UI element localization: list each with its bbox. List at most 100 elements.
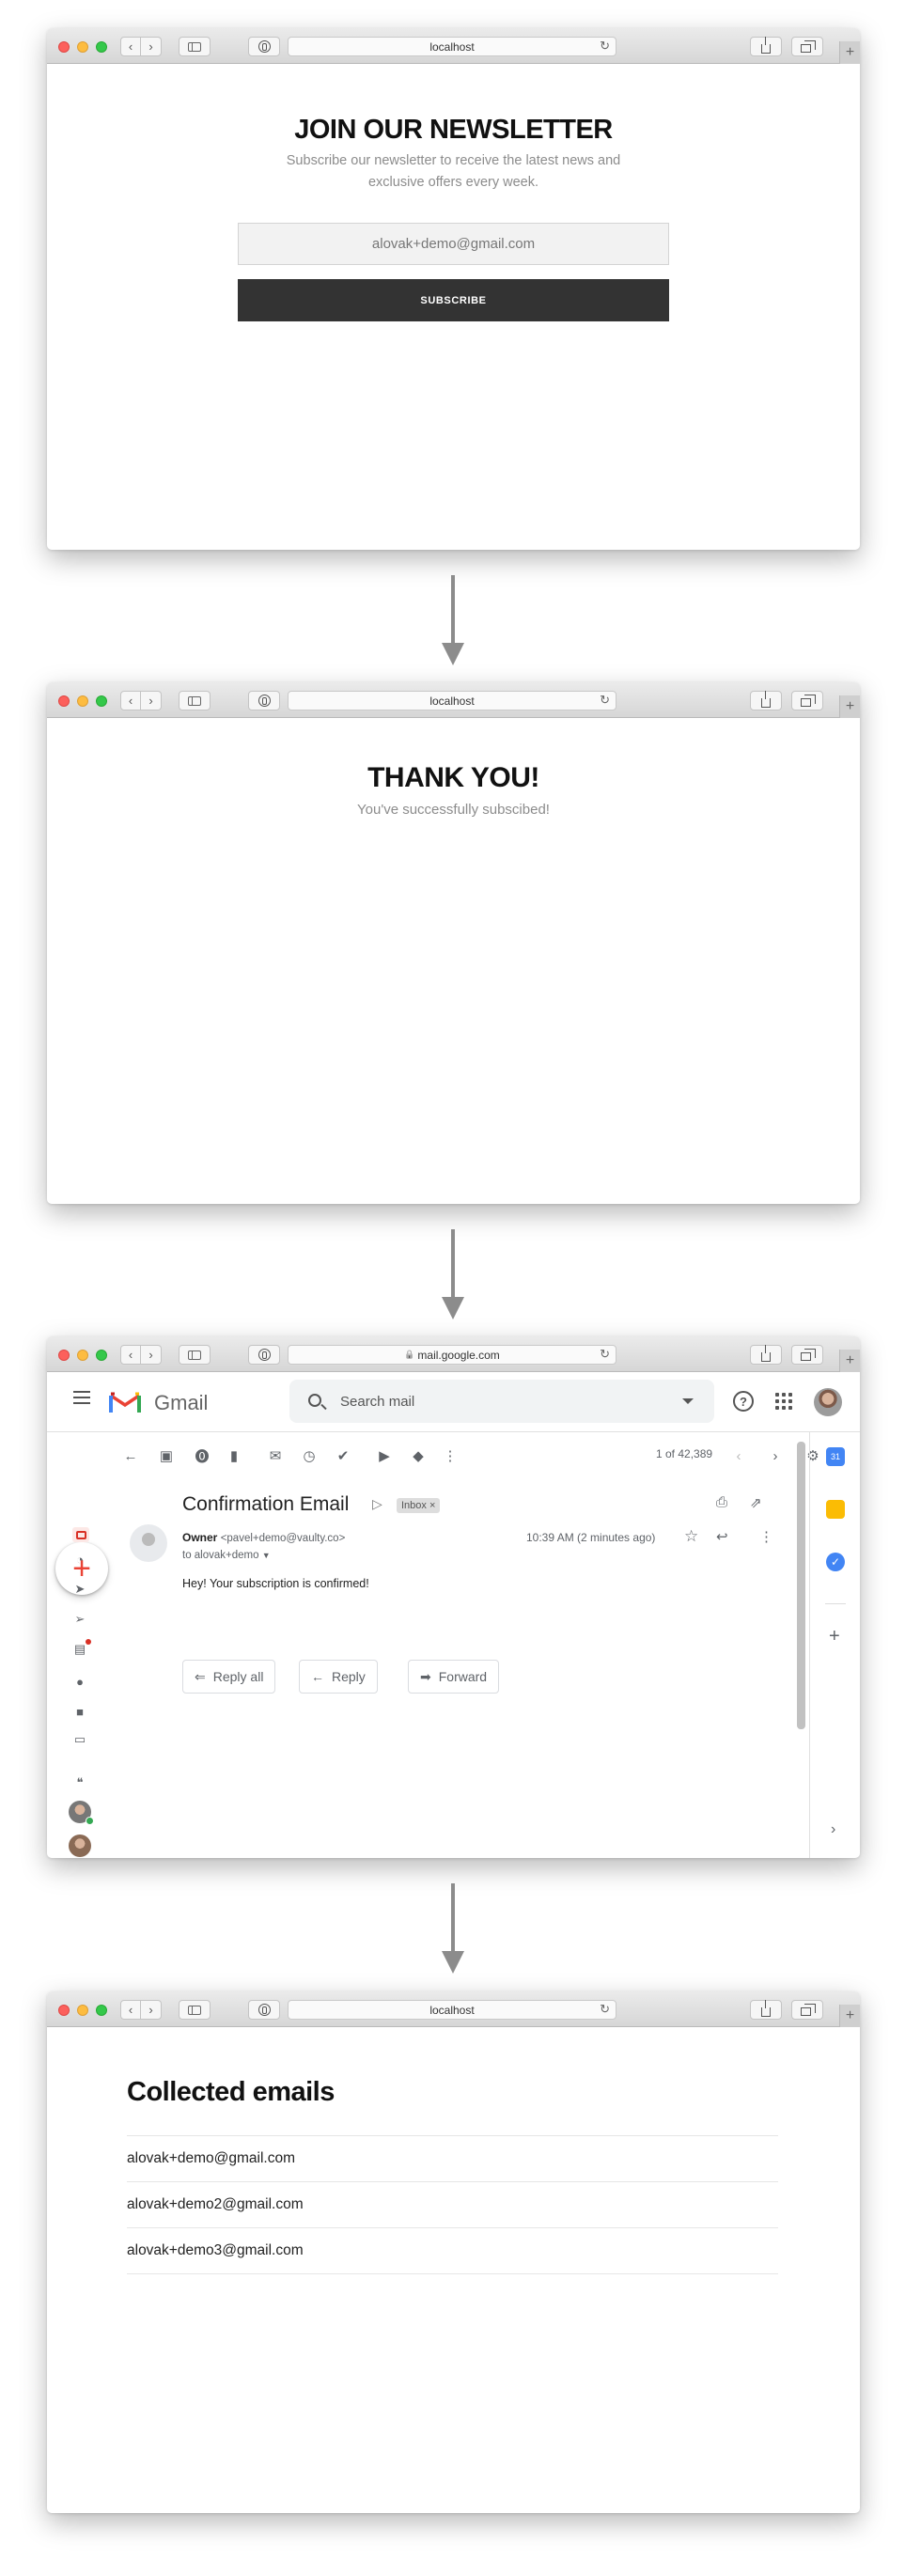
recipient-line[interactable]: to alovak+demo ▼ (182, 1550, 271, 1561)
new-tab-button[interactable]: + (839, 41, 860, 64)
snooze-icon[interactable]: ◷ (301, 1447, 318, 1464)
details-caret-icon[interactable]: ▼ (262, 1551, 271, 1560)
report-spam-icon[interactable]: ⓿ (194, 1447, 211, 1465)
share-button[interactable] (750, 1344, 782, 1365)
print-icon[interactable]: ⎙ (716, 1494, 727, 1510)
address-bar[interactable]: localhost ↻ (288, 691, 616, 710)
new-tab-button[interactable]: + (839, 2005, 860, 2027)
forward-button[interactable]: › (141, 1345, 162, 1365)
sidebar-button[interactable] (179, 691, 211, 710)
address-bar[interactable]: localhost ↻ (288, 2000, 616, 2020)
email-field[interactable]: alovak+demo@gmail.com (238, 223, 669, 265)
tab-overview-button[interactable] (791, 1345, 823, 1365)
meet-video-icon[interactable]: ■ (72, 1705, 87, 1719)
expand-panel-icon[interactable]: › (831, 1821, 835, 1838)
important-icon[interactable]: ➤ (72, 1582, 87, 1596)
zoom-window-button[interactable] (96, 695, 107, 707)
chat-icon[interactable]: ● (72, 1675, 87, 1689)
share-button[interactable] (750, 1999, 782, 2020)
privacy-report-button[interactable] (248, 691, 280, 710)
inbox-label-badge[interactable]: Inbox × (397, 1498, 441, 1513)
minimize-window-button[interactable] (77, 1350, 88, 1361)
menu-icon[interactable] (73, 1397, 90, 1398)
calendar-icon[interactable]: 31 (826, 1447, 845, 1466)
more-options-icon[interactable]: ⋮ (442, 1447, 459, 1464)
drafts-icon[interactable]: ▤ (72, 1639, 91, 1656)
older-chevron-icon[interactable]: › (767, 1447, 784, 1464)
account-avatar[interactable] (814, 1388, 842, 1416)
tab-overview-button[interactable] (791, 691, 823, 710)
mark-unread-icon[interactable]: ✉ (267, 1447, 284, 1464)
address-bar[interactable]: localhost ↻ (288, 37, 616, 56)
forward-button[interactable]: › (141, 691, 162, 710)
zoom-window-button[interactable] (96, 2005, 107, 2016)
minimize-window-button[interactable] (77, 41, 88, 53)
privacy-report-button[interactable] (248, 1345, 280, 1365)
sidebar-button[interactable] (179, 37, 211, 56)
sidebar-button[interactable] (179, 2000, 211, 2020)
apps-grid-icon[interactable] (775, 1393, 792, 1410)
close-window-button[interactable] (58, 41, 70, 53)
newer-chevron-icon[interactable]: ‹ (730, 1447, 747, 1464)
back-button[interactable]: ‹ (120, 1345, 141, 1365)
back-button[interactable]: ‹ (120, 691, 141, 710)
search-options-icon[interactable] (682, 1398, 694, 1404)
privacy-report-button[interactable] (248, 37, 280, 56)
zoom-window-button[interactable] (96, 1350, 107, 1361)
snoozed-icon[interactable]: ◔ (72, 1553, 87, 1567)
forward-button[interactable]: › (141, 2000, 162, 2020)
new-tab-button[interactable]: + (839, 695, 860, 718)
close-window-button[interactable] (58, 1350, 70, 1361)
search-icon[interactable] (308, 1394, 321, 1407)
scrollbar[interactable] (797, 1442, 805, 1729)
tasks-icon[interactable]: ✓ (826, 1553, 845, 1571)
share-button[interactable] (750, 690, 782, 710)
close-window-button[interactable] (58, 2005, 70, 2016)
sidebar-button[interactable] (179, 1345, 211, 1365)
privacy-icon (257, 2004, 271, 2016)
reply-icon[interactable]: ↩ (716, 1528, 728, 1545)
back-arrow-icon[interactable]: ← (122, 1447, 139, 1464)
move-to-icon[interactable]: ▶ (376, 1447, 393, 1464)
reload-icon[interactable]: ↻ (600, 693, 610, 708)
more-icon[interactable]: ⋮ (759, 1528, 773, 1545)
forward-button[interactable]: ➡ Forward (408, 1660, 500, 1694)
reply-button[interactable]: ← Reply (299, 1660, 378, 1694)
contact-avatar[interactable] (69, 1834, 91, 1857)
contact-avatar[interactable] (69, 1801, 94, 1825)
open-new-window-icon[interactable]: ⇗ (750, 1494, 762, 1511)
add-to-tasks-icon[interactable]: ✔ (335, 1447, 351, 1464)
address-bar[interactable]: 🔒 mail.google.com ↻ (288, 1345, 616, 1365)
reply-all-button[interactable]: ⇐ Reply all (182, 1660, 276, 1694)
keep-icon[interactable] (826, 1500, 845, 1519)
privacy-report-button[interactable] (248, 2000, 280, 2020)
reload-icon[interactable]: ↻ (600, 39, 610, 54)
back-button[interactable]: ‹ (120, 37, 141, 56)
tab-overview-button[interactable] (791, 37, 823, 56)
label-icon[interactable]: ◆ (410, 1447, 427, 1464)
forward-button[interactable]: › (141, 37, 162, 56)
reload-icon[interactable]: ↻ (600, 2002, 610, 2017)
keyboard-icon[interactable]: ▭ (72, 1732, 87, 1746)
hangouts-icon[interactable]: ❝ (72, 1775, 87, 1789)
minimize-window-button[interactable] (77, 695, 88, 707)
reload-icon[interactable]: ↻ (600, 1347, 610, 1362)
inbox-icon[interactable] (72, 1527, 89, 1542)
close-window-button[interactable] (58, 695, 70, 707)
back-button[interactable]: ‹ (120, 2000, 141, 2020)
help-icon[interactable]: ? (733, 1391, 754, 1412)
star-icon[interactable]: ☆ (684, 1527, 698, 1546)
share-button[interactable] (750, 36, 782, 56)
new-tab-button[interactable]: + (839, 1350, 860, 1372)
importance-marker-icon[interactable]: ▷ (372, 1496, 382, 1512)
subscribe-button[interactable]: SUBSCRIBE (238, 279, 669, 321)
add-addon-icon[interactable]: + (829, 1626, 840, 1647)
tab-overview-button[interactable] (791, 2000, 823, 2020)
delete-icon[interactable]: ▮ (226, 1447, 242, 1464)
search-input[interactable]: Search mail (289, 1380, 714, 1423)
sent-icon[interactable]: ➢ (72, 1612, 87, 1626)
minimize-window-button[interactable] (77, 2005, 88, 2016)
zoom-window-button[interactable] (96, 41, 107, 53)
gmail-logo-icon[interactable] (109, 1390, 141, 1414)
archive-icon[interactable]: ▣ (158, 1447, 175, 1464)
